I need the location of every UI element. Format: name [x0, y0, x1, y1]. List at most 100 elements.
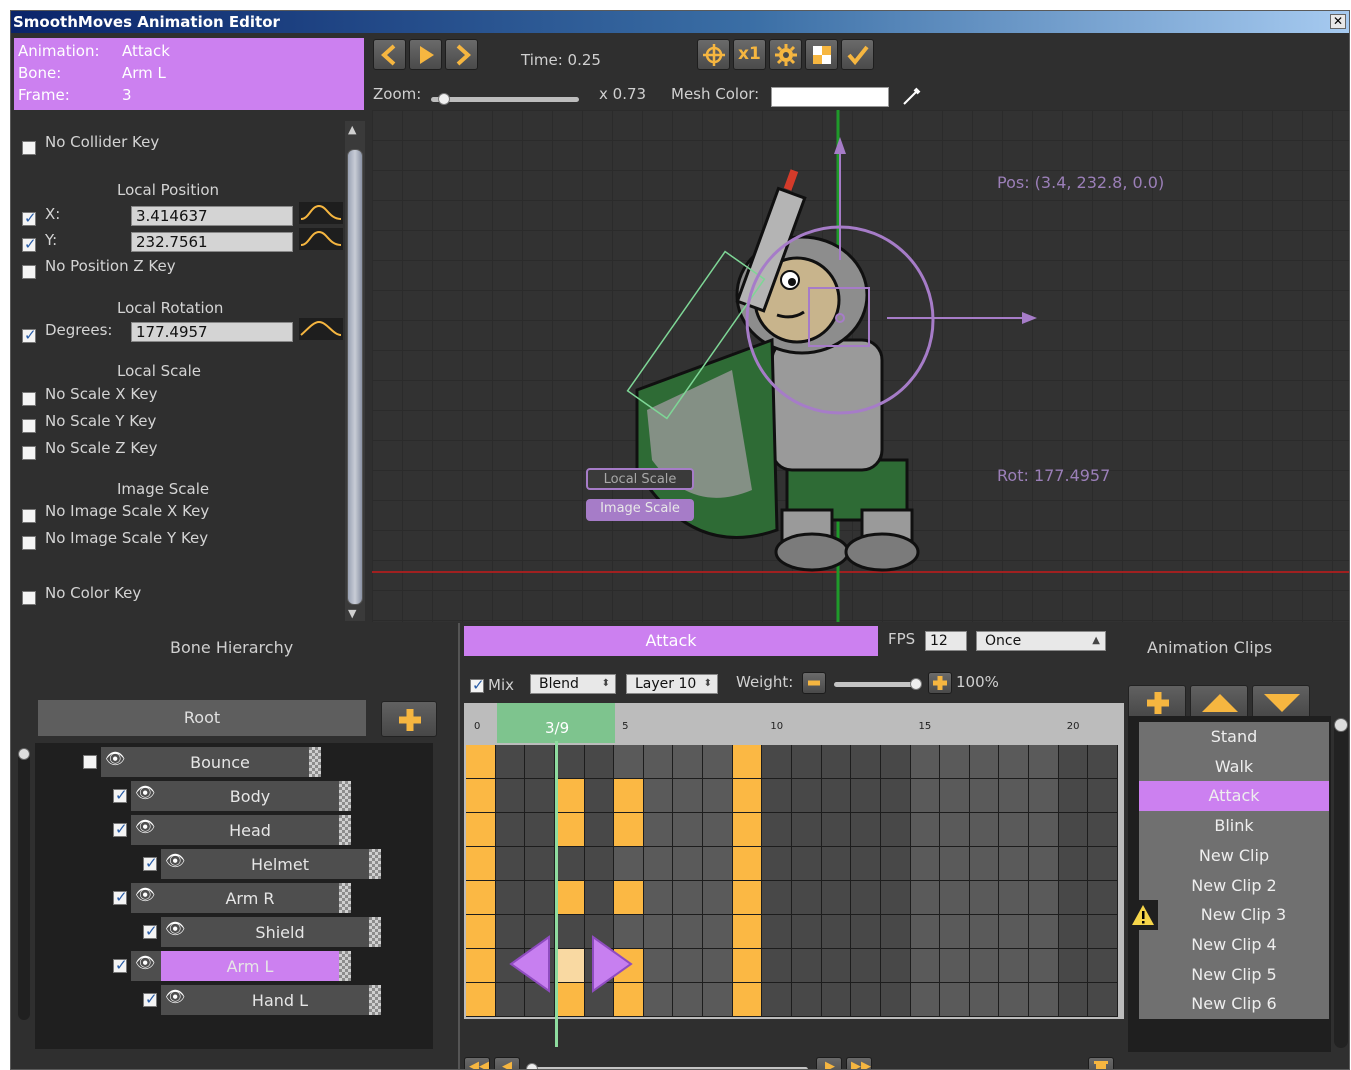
frame-cell[interactable] — [1029, 847, 1059, 881]
frame-cell[interactable] — [999, 745, 1030, 779]
keyframe-cell[interactable] — [732, 813, 763, 847]
play-button[interactable] — [409, 39, 442, 70]
keyframe-cell[interactable] — [732, 949, 763, 983]
speed-button[interactable]: x1 — [733, 39, 766, 70]
frame-cell[interactable] — [1058, 881, 1089, 915]
mesh-color-swatch[interactable] — [771, 87, 889, 107]
frame-cell[interactable] — [940, 881, 970, 915]
frame-cell[interactable] — [643, 847, 674, 881]
bone-row[interactable]: 👁 Shield — [35, 917, 433, 947]
frame-cell[interactable] — [1058, 915, 1089, 949]
frame-cell[interactable] — [1088, 813, 1118, 847]
inspector-scrollbar[interactable]: ▲ ▼ — [345, 121, 365, 621]
frame-cell[interactable] — [880, 915, 911, 949]
frame-cell[interactable] — [495, 745, 526, 779]
scene-viewport[interactable]: Pos: (3.4, 232.8, 0.0) Rot: 177.4957 Loc… — [372, 110, 1349, 622]
frame-cell[interactable] — [851, 915, 881, 949]
timeline-scroll-thumb[interactable] — [526, 1063, 538, 1069]
root-bone[interactable]: Root — [38, 700, 366, 736]
bone-eye-toggle[interactable]: 👁 — [161, 985, 191, 1015]
blend-select[interactable]: Blend ⬍ — [530, 674, 616, 694]
frame-shift-arrows[interactable] — [507, 929, 637, 999]
frame-cell[interactable] — [1058, 745, 1089, 779]
eyedropper-icon[interactable] — [901, 85, 923, 107]
frame-cell[interactable] — [1029, 779, 1059, 813]
weight-slider-thumb[interactable] — [910, 678, 922, 690]
frame-cell[interactable] — [762, 847, 792, 881]
frame-cell[interactable] — [999, 915, 1030, 949]
bone-row[interactable]: 👁 Head — [35, 815, 433, 845]
bone-eye-toggle[interactable]: 👁 — [161, 849, 191, 879]
frame-cell[interactable] — [851, 745, 881, 779]
keyframe-cell[interactable] — [554, 813, 585, 847]
keyframe-cell[interactable] — [466, 949, 496, 983]
frame-cell[interactable] — [1029, 813, 1059, 847]
frame-cell[interactable] — [969, 745, 1000, 779]
add-bone-button[interactable] — [381, 701, 437, 737]
frame-cell[interactable] — [880, 745, 911, 779]
frame-cell[interactable] — [999, 881, 1030, 915]
position-x-checkbox[interactable] — [22, 209, 37, 227]
bone-row[interactable]: 👁 Helmet — [35, 849, 433, 879]
frame-cell[interactable] — [851, 813, 881, 847]
keyframe-cell[interactable] — [732, 983, 763, 1017]
frame-cell[interactable] — [821, 745, 852, 779]
frame-cell[interactable] — [673, 847, 704, 881]
bone-eye-toggle[interactable]: 👁 — [131, 815, 161, 845]
frame-cell[interactable] — [673, 813, 704, 847]
bone-row[interactable]: 👁 Bounce — [35, 747, 433, 777]
clip-item[interactable]: New Clip 2 — [1139, 870, 1329, 901]
bone-color-swatch[interactable] — [339, 815, 351, 845]
clip-item[interactable]: New Clip 3 — [1158, 900, 1329, 931]
frame-cell[interactable] — [1029, 881, 1059, 915]
frame-cell[interactable] — [969, 779, 1000, 813]
frame-cell[interactable] — [673, 779, 704, 813]
frame-cell[interactable] — [1058, 813, 1089, 847]
clip-item[interactable]: New Clip 4 — [1139, 929, 1329, 960]
frame-ruler[interactable]: 3/9 0 5 10 15 20 — [464, 703, 1124, 743]
playhead[interactable] — [555, 741, 558, 1047]
bone-eye-toggle[interactable]: 👁 — [131, 951, 161, 981]
center-view-button[interactable] — [697, 39, 730, 70]
frame-cell[interactable] — [643, 915, 674, 949]
keyframe-cell[interactable] — [732, 881, 763, 915]
frame-cell[interactable] — [495, 847, 526, 881]
image-scale-button[interactable]: Image Scale — [586, 499, 694, 521]
frame-cell[interactable] — [910, 983, 941, 1017]
frame-cell[interactable] — [762, 949, 792, 983]
frame-cell[interactable] — [851, 881, 881, 915]
frame-cell[interactable] — [554, 847, 585, 881]
frame-cell[interactable] — [1088, 949, 1118, 983]
add-clip-button[interactable] — [1128, 685, 1186, 719]
rotation-degrees-field[interactable]: 177.4957 — [131, 322, 293, 342]
clip-item[interactable]: Attack — [1139, 781, 1329, 812]
frame-cell[interactable] — [880, 847, 911, 881]
zoom-slider[interactable] — [431, 93, 579, 105]
frame-cell[interactable] — [643, 949, 674, 983]
frame-cell[interactable] — [673, 745, 704, 779]
frame-cell[interactable] — [525, 847, 555, 881]
frame-cell[interactable] — [821, 881, 852, 915]
position-x-field[interactable]: 3.414637 — [131, 206, 293, 226]
frame-cell[interactable] — [584, 813, 615, 847]
keyframe-cell[interactable] — [466, 881, 496, 915]
frame-cell[interactable] — [880, 983, 911, 1017]
prev-frame-button[interactable] — [373, 39, 406, 70]
clip-item[interactable]: Walk — [1139, 751, 1329, 782]
keyframe-cell[interactable] — [554, 779, 585, 813]
clip-list-scroll-thumb[interactable] — [1334, 718, 1348, 732]
weight-increase-button[interactable] — [928, 672, 952, 694]
frame-cell[interactable] — [525, 813, 555, 847]
frame-cell[interactable] — [1088, 745, 1118, 779]
fps-field[interactable]: 12 — [925, 631, 967, 651]
keyframe-cell[interactable] — [732, 745, 763, 779]
frame-cell[interactable] — [703, 745, 733, 779]
frame-cell[interactable] — [880, 881, 911, 915]
frame-cell[interactable] — [1088, 915, 1118, 949]
frame-cell[interactable] — [940, 813, 970, 847]
clip-item[interactable]: New Clip 5 — [1139, 959, 1329, 990]
frame-cell[interactable] — [673, 949, 704, 983]
frame-cell[interactable] — [999, 779, 1030, 813]
first-frame-button[interactable]: ◀◀ — [464, 1057, 490, 1069]
frame-cell[interactable] — [1058, 983, 1089, 1017]
